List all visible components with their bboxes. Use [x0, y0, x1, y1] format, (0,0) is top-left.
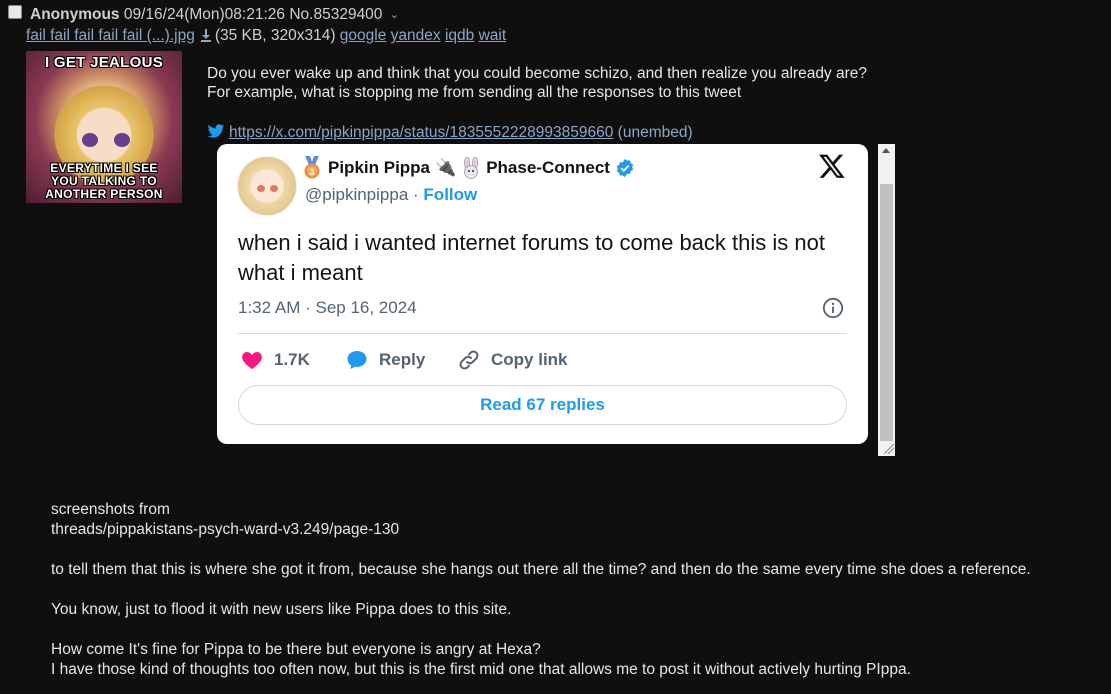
post-image-thumbnail[interactable]: I GET JEALOUS EVERYTIME I SEE YOU TALKIN… [26, 51, 182, 203]
unembed-link[interactable]: (unembed) [618, 124, 693, 141]
thumbnail-caption-bottom: EVERYTIME I SEE YOU TALKING TO ANOTHER P… [45, 161, 163, 201]
tweet-text: when i said i wanted internet forums to … [238, 230, 825, 285]
reply-icon [347, 351, 367, 369]
like-count: 1.7K [274, 350, 310, 369]
divider [238, 333, 847, 334]
post-datetime: 09/16/24(Mon)08:21:26 [123, 6, 286, 23]
copy-link-label: Copy link [491, 350, 568, 369]
scrollbar-thumb[interactable] [880, 184, 893, 441]
follow-button[interactable]: Follow [423, 185, 477, 204]
file-info-line: fail fail fail fail fail (...).jpg (35 KB… [26, 27, 506, 45]
reply-button[interactable]: Reply [345, 348, 425, 372]
plug-icon: 🔌 [435, 158, 457, 177]
twitter-bird-icon [207, 124, 225, 138]
post-number[interactable]: No.85329400 [289, 6, 382, 23]
post-text-line: You know, just to flood it with new user… [51, 601, 512, 618]
poster-name: Anonymous [30, 6, 120, 23]
download-icon[interactable] [199, 28, 213, 42]
tweet-handle[interactable]: @pipkinpippa [305, 185, 408, 204]
x-logo-icon[interactable] [818, 152, 846, 180]
post-text-line: threads/pippakistans-psych-ward-v3.249/p… [51, 521, 400, 538]
file-meta: (35 KB, 320x314) [214, 27, 336, 44]
post-text-line: to tell them that this is where she got … [51, 561, 1031, 578]
tweet-url-link[interactable]: https://x.com/pipkinpippa/status/1835552… [229, 124, 613, 141]
post-text-line: For example, what is stopping me from se… [207, 84, 742, 101]
tweet-name-suffix: Phase-Connect [486, 158, 610, 177]
avatar[interactable] [237, 156, 297, 216]
read-replies-button[interactable]: Read 67 replies [238, 385, 847, 425]
tweet-embed-link: https://x.com/pipkinpippa/status/1835552… [207, 124, 693, 142]
embedded-tweet-card: 3 Pipkin Pippa 🔌 Phase-Connect @pipkinpi… [217, 144, 868, 444]
embed-scrollbar[interactable] [878, 144, 895, 456]
yandex-search-link[interactable]: yandex [391, 27, 441, 44]
wait-search-link[interactable]: wait [479, 27, 507, 44]
iqdb-search-link[interactable]: iqdb [445, 27, 474, 44]
thumbnail-caption-top: I GET JEALOUS [44, 54, 164, 71]
post-text-line: How come It's fine for Pippa to be there… [51, 641, 541, 658]
post-header: Anonymous 09/16/24(Mon)08:21:26 No.85329… [30, 6, 399, 24]
verified-badge-icon [616, 158, 634, 178]
heart-icon [242, 352, 262, 369]
post-text-line: screenshots from [51, 501, 170, 518]
tweet-handle-line: @pipkinpippa · Follow [305, 185, 478, 204]
google-search-link[interactable]: google [340, 27, 387, 44]
post-select-checkbox[interactable] [8, 5, 22, 19]
copy-link-button[interactable]: Copy link [457, 348, 568, 372]
post-text-line: I have those kind of thoughts too often … [51, 661, 911, 678]
file-name-link[interactable]: fail fail fail fail fail (...).jpg [26, 27, 195, 44]
scroll-up-arrow-icon[interactable] [882, 148, 890, 153]
reply-label: Reply [379, 350, 426, 369]
svg-text:3: 3 [309, 167, 314, 177]
resize-grip-icon[interactable] [884, 444, 894, 454]
medal-icon: 3 [304, 156, 320, 179]
post-text-line: Do you ever wake up and think that you c… [207, 65, 868, 82]
tweet-display-name: Pipkin Pippa [328, 158, 431, 177]
chevron-down-icon[interactable]: ⌄ [390, 8, 399, 21]
info-icon[interactable] [822, 297, 844, 319]
like-button[interactable]: 1.7K [240, 348, 310, 372]
tweet-author-name[interactable]: 3 Pipkin Pippa 🔌 Phase-Connect [301, 156, 635, 180]
bunny-icon [464, 157, 479, 179]
tweet-date[interactable]: 1:32 AM · Sep 16, 2024 [238, 298, 417, 318]
link-icon [459, 350, 479, 370]
